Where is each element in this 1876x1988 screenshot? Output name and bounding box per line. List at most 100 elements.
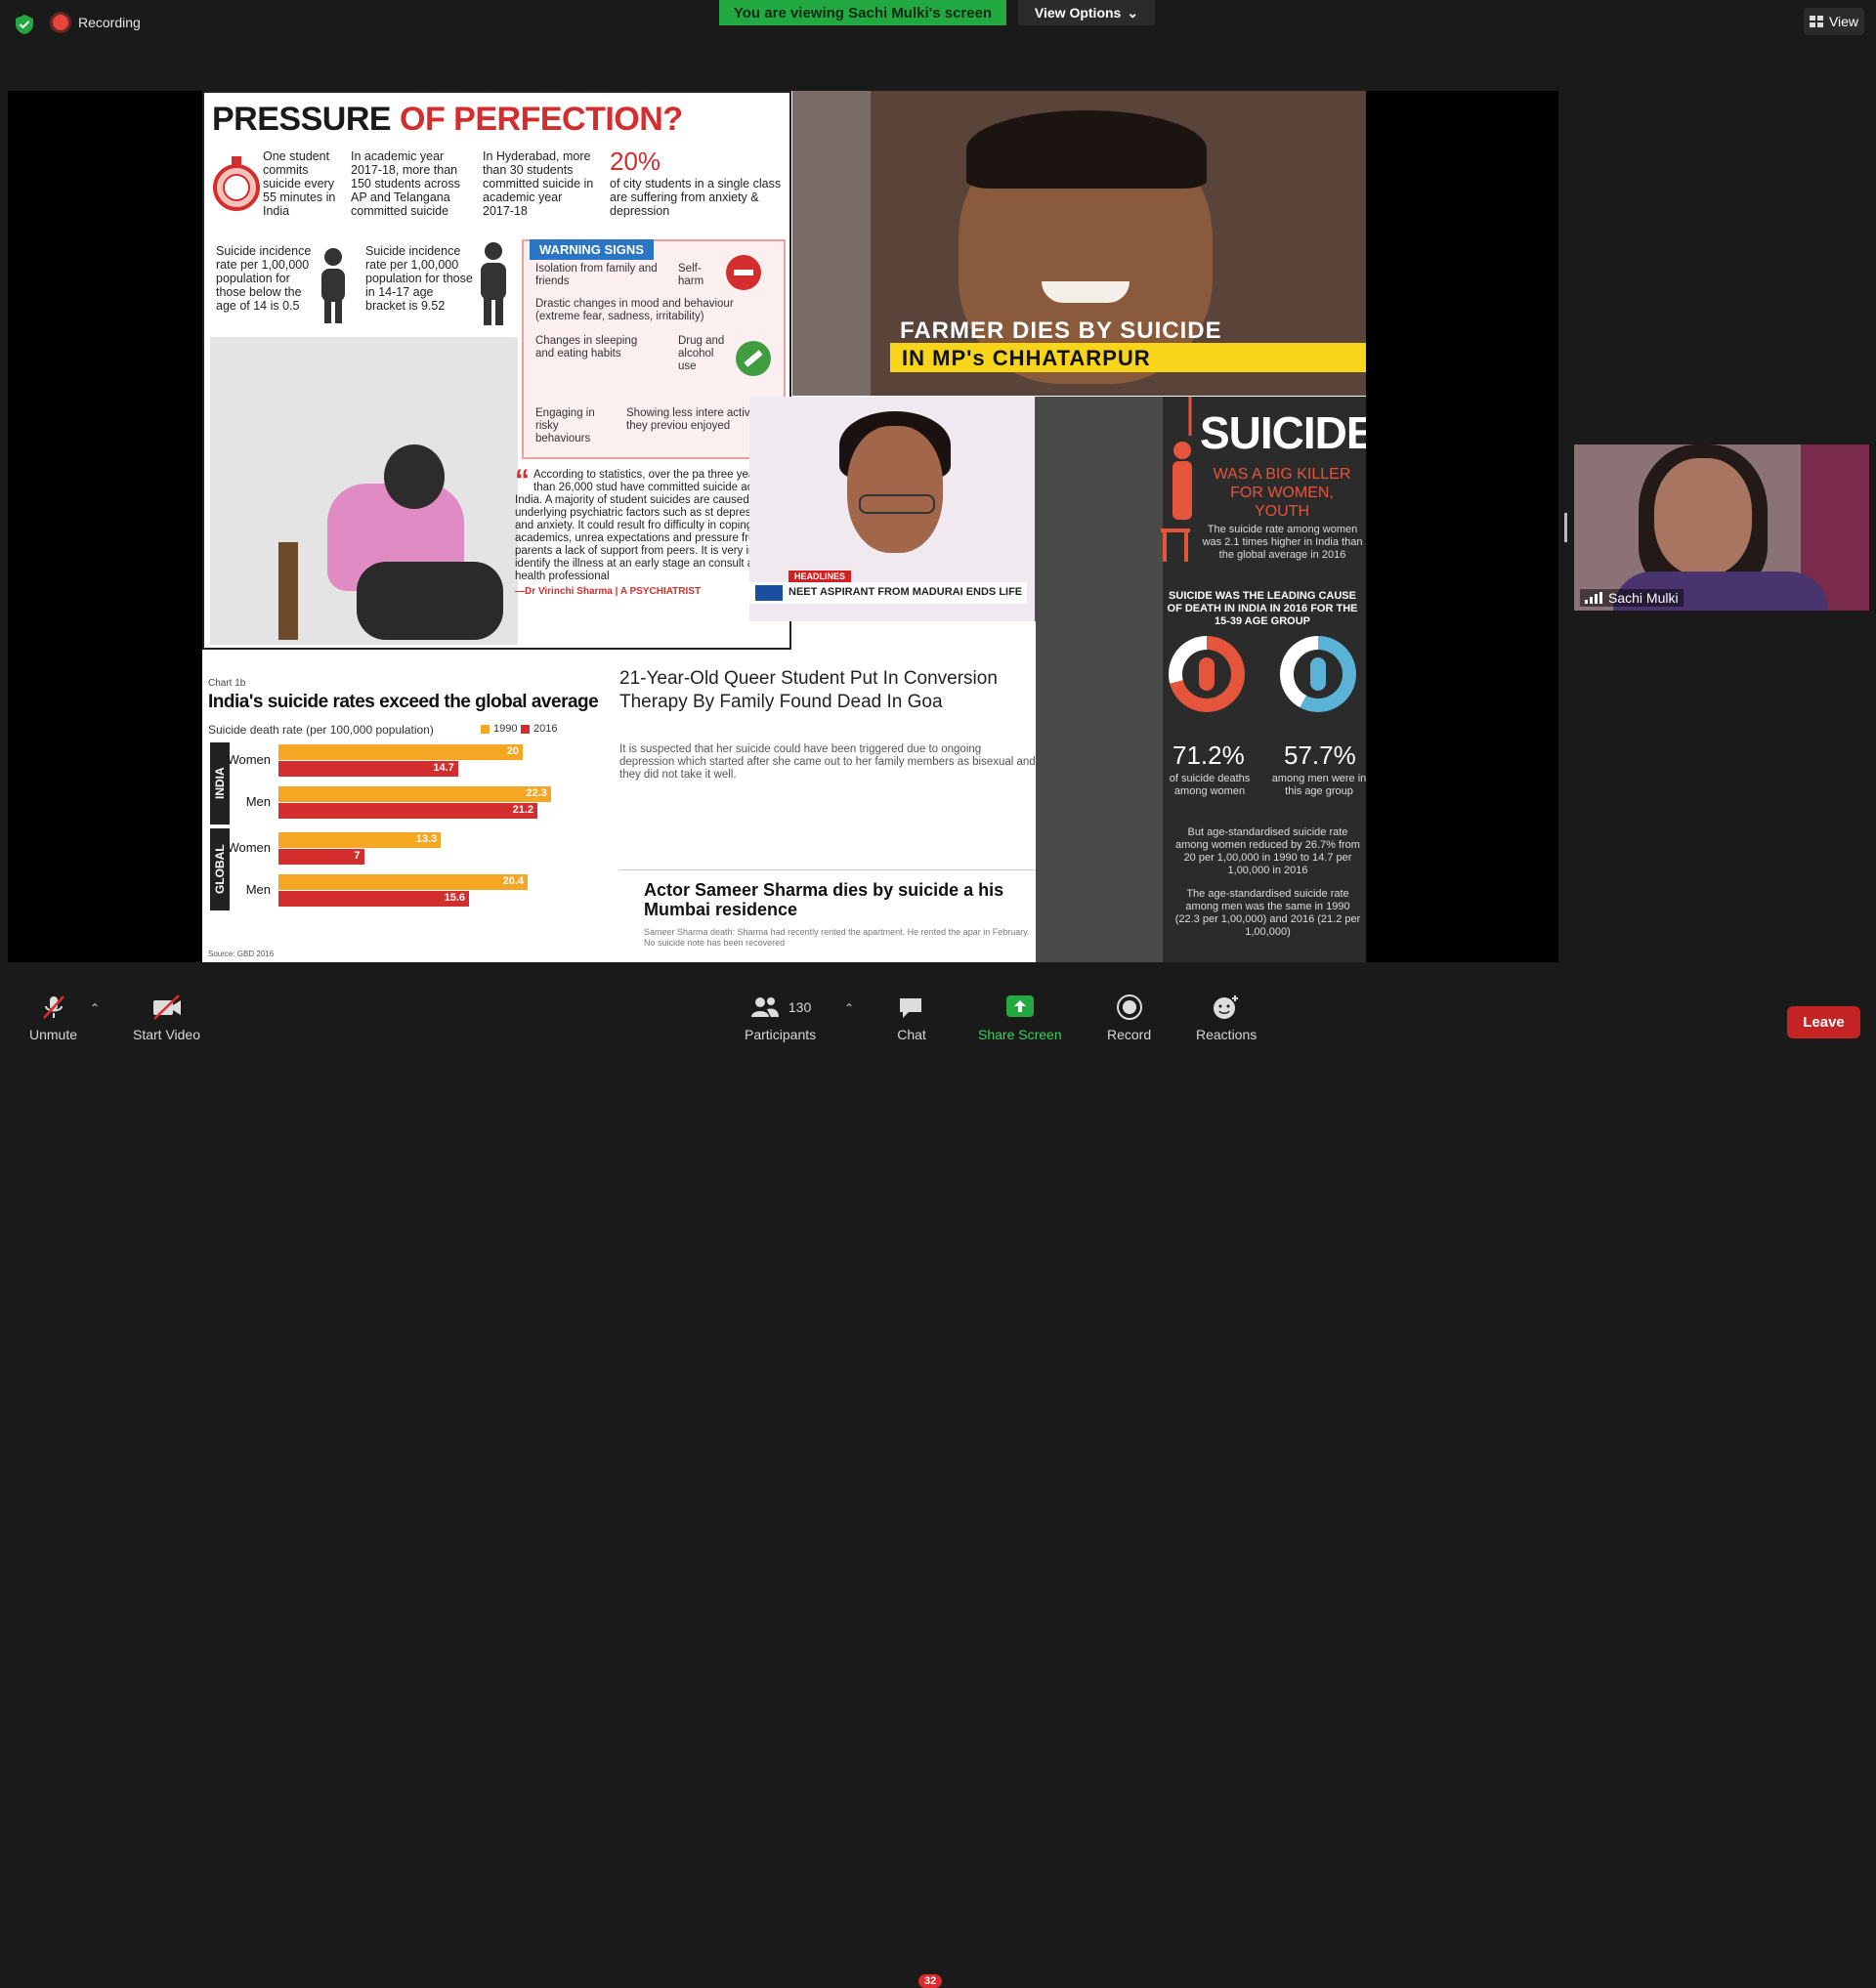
chart-bar-2016: 15.6 bbox=[278, 891, 469, 907]
share-screen-label: Share Screen bbox=[978, 1027, 1062, 1042]
share-screen-button[interactable]: Share Screen bbox=[978, 994, 1062, 1042]
glasses-shape bbox=[859, 494, 935, 514]
participant-name: Sachi Mulki bbox=[1608, 590, 1679, 606]
chat-button[interactable]: Chat bbox=[897, 994, 926, 1042]
chart-row-label: Men bbox=[245, 882, 271, 897]
chart-row-label: Women bbox=[227, 840, 271, 855]
suicide-subtitle: WAS A BIG KILLER FOR WOMEN, YOUTH bbox=[1213, 466, 1351, 520]
farmer-caption-line2: IN MP's CHHATARPUR bbox=[902, 346, 1151, 370]
legend-2016-swatch bbox=[521, 724, 530, 734]
view-options-label: View Options bbox=[1034, 5, 1122, 21]
participants-count: 130 bbox=[788, 999, 812, 1015]
participants-icon bbox=[750, 997, 779, 1017]
women-percent: 71.2% bbox=[1172, 740, 1245, 770]
chart-bar-1990: 20 bbox=[278, 744, 523, 760]
farmer-news-image: FARMER DIES BY SUICIDE IN MP's CHHATARPU… bbox=[792, 91, 1366, 396]
article-queer-student[interactable]: 21-Year-Old Queer Student Put In Convers… bbox=[619, 667, 1036, 833]
chart-bar-2016: 14.7 bbox=[278, 761, 458, 777]
title-part-b: OF PERFECTION? bbox=[400, 101, 683, 138]
warning-risky: Engaging in risky behaviours bbox=[535, 407, 595, 444]
signal-strength-icon bbox=[1585, 592, 1602, 604]
news-logo-icon bbox=[755, 585, 783, 601]
suicide-rate-chart: Chart 1b India's suicide rates exceed th… bbox=[202, 651, 613, 962]
warning-signs-header: WARNING SIGNS bbox=[530, 239, 654, 260]
participant-face-shape bbox=[1654, 458, 1752, 575]
chart-row-label: Women bbox=[227, 752, 271, 767]
infographic-title: PRESSURE OF PERFECTION? bbox=[212, 101, 683, 139]
farmer-hair-shape bbox=[966, 110, 1207, 189]
men-percent: 57.7% bbox=[1284, 740, 1356, 770]
woman-icon bbox=[1199, 657, 1215, 691]
headlines-tag: HEADLINES bbox=[789, 571, 852, 582]
legend-1990-swatch bbox=[481, 724, 490, 734]
stat-hyderabad: In Hyderabad, more than 30 students comm… bbox=[483, 149, 594, 218]
chevron-down-icon: ⌄ bbox=[1127, 4, 1139, 21]
recording-indicator[interactable]: Recording bbox=[53, 15, 141, 30]
unmute-button[interactable]: Unmute bbox=[29, 994, 77, 1042]
chart-bar-value: 21.2 bbox=[512, 804, 533, 816]
drug-icon bbox=[736, 341, 771, 376]
clock-icon bbox=[213, 156, 260, 211]
chart-bar-1990: 22.3 bbox=[278, 786, 551, 802]
view-options-button[interactable]: View Options ⌄ bbox=[1018, 0, 1155, 25]
leave-button[interactable]: Leave bbox=[1787, 1006, 1860, 1038]
video-off-icon bbox=[151, 994, 183, 1021]
recording-label: Recording bbox=[78, 15, 141, 30]
neet-caption: NEET ASPIRANT FROM MADURAI ENDS LIFE bbox=[789, 586, 1023, 598]
chart-tag: Chart 1b bbox=[208, 678, 246, 689]
warning-self-harm: Self-harm bbox=[678, 263, 704, 287]
self-harm-icon bbox=[726, 255, 761, 290]
article-actor[interactable]: Actor Sameer Sharma dies by suicide a hi… bbox=[619, 869, 1036, 962]
participants-options-caret-icon[interactable]: ⌃ bbox=[844, 1001, 854, 1015]
tile-resize-handle[interactable] bbox=[1564, 513, 1567, 542]
women-percent-label: of suicide deaths among women bbox=[1169, 773, 1251, 797]
title-part-a: PRESSURE bbox=[212, 101, 392, 138]
farmer-caption-line1: FARMER DIES BY SUICIDE bbox=[900, 317, 1222, 344]
start-video-label: Start Video bbox=[133, 1027, 201, 1042]
chart-title: India's suicide rates exceed the global … bbox=[208, 692, 599, 712]
grid-view-icon bbox=[1809, 16, 1823, 27]
suicide-text4: The age-standardised suicide rate among … bbox=[1174, 888, 1361, 938]
chat-label: Chat bbox=[897, 1027, 926, 1042]
suicide-heading2: SUICIDE WAS THE LEADING CAUSE OF DEATH I… bbox=[1167, 590, 1358, 627]
chart-source: Source: GBD 2016 bbox=[208, 950, 275, 958]
stat-ap-telangana: In academic year 2017-18, more than 150 … bbox=[351, 149, 460, 218]
reactions-label: Reactions bbox=[1196, 1027, 1258, 1042]
quote-icon: “ bbox=[515, 464, 530, 496]
stat-14-17: Suicide incidence rate per 1,00,000 popu… bbox=[365, 244, 473, 313]
participants-label: Participants bbox=[745, 1027, 817, 1042]
participant-name-tag: Sachi Mulki bbox=[1580, 589, 1684, 607]
participants-icon-row: 130 bbox=[749, 994, 811, 1021]
participant-video-tile[interactable]: Sachi Mulki bbox=[1574, 444, 1869, 611]
legend-1990: 1990 bbox=[481, 723, 517, 735]
share-screen-icon bbox=[1005, 994, 1035, 1021]
warning-drug: Drug and alcohol use bbox=[678, 335, 725, 372]
girl-face-shape bbox=[847, 426, 943, 553]
meeting-toolbar: Unmute ⌃ Start Video 130 Participants ⌃ … bbox=[0, 982, 1876, 1988]
muted-microphone-icon bbox=[40, 994, 67, 1021]
warning-sleeping: Changes in sleeping and eating habits bbox=[535, 335, 638, 360]
start-video-button[interactable]: Start Video bbox=[133, 994, 200, 1042]
chart-bar-value: 20 bbox=[506, 745, 519, 757]
suicide-text1: The suicide rate among women was 2.1 tim… bbox=[1202, 524, 1363, 561]
article1-headline[interactable]: 21-Year-Old Queer Student Put In Convers… bbox=[619, 667, 1036, 714]
audio-options-caret-icon[interactable]: ⌃ bbox=[90, 1001, 100, 1015]
reactions-button[interactable]: Reactions bbox=[1196, 994, 1257, 1042]
article2-headline[interactable]: Actor Sameer Sharma dies by suicide a hi… bbox=[644, 880, 1036, 919]
suicide-text3: But age-standardised suicide rate among … bbox=[1175, 826, 1360, 876]
security-shield-icon[interactable] bbox=[14, 14, 35, 35]
view-button[interactable]: View bbox=[1804, 8, 1864, 35]
record-icon bbox=[1116, 994, 1143, 1021]
warning-signs-box: WARNING SIGNS Isolation from family and … bbox=[522, 239, 786, 459]
participants-button[interactable]: 130 Participants bbox=[745, 994, 816, 1042]
chart-bar-value: 20.4 bbox=[502, 875, 524, 887]
record-button[interactable]: Record bbox=[1107, 994, 1151, 1042]
legend-2016-label: 2016 bbox=[533, 723, 558, 735]
legend-1990-label: 1990 bbox=[493, 723, 518, 735]
chart-bar-value: 14.7 bbox=[433, 762, 454, 774]
chart-bar-value: 15.6 bbox=[444, 892, 465, 904]
chart-subtitle: Suicide death rate (per 100,000 populati… bbox=[208, 723, 434, 737]
student-legs-shape bbox=[357, 562, 503, 640]
chat-bubble-icon bbox=[897, 994, 926, 1021]
chart-bar-2016: 21.2 bbox=[278, 803, 537, 819]
